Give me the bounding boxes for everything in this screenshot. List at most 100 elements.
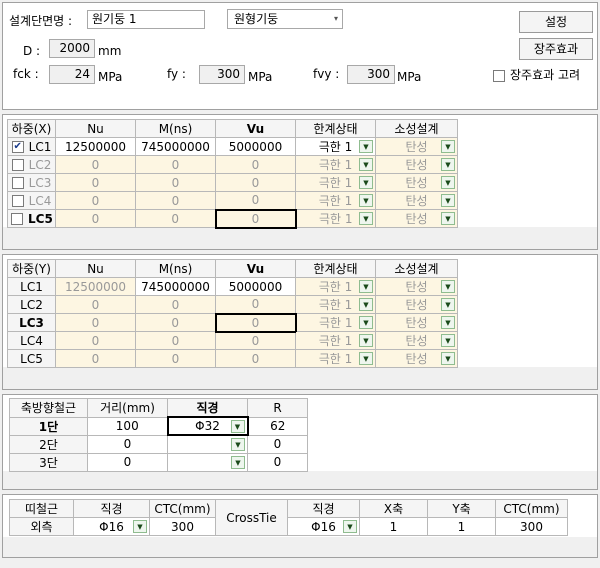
vu-cell[interactable]: 0 [215, 331, 296, 350]
tie-diameter-select[interactable]: Φ16 ▼ [73, 517, 150, 536]
dropdown-icon[interactable]: ▼ [441, 298, 455, 311]
dropdown-icon[interactable]: ▼ [230, 420, 245, 433]
check-icon[interactable] [11, 195, 24, 207]
dropdown-icon[interactable]: ▼ [231, 455, 245, 469]
fvy-input[interactable]: 300 [347, 65, 395, 84]
section-name-input[interactable]: 원기둥 1 [87, 10, 205, 29]
limit-state-select[interactable]: 극한 1 ▼ [295, 295, 376, 314]
nu-cell[interactable]: 0 [55, 191, 136, 210]
vu-cell[interactable]: 0 [215, 295, 296, 314]
plastic-select[interactable]: 탄성 ▼ [375, 349, 458, 368]
dropdown-icon[interactable]: ▼ [359, 194, 373, 207]
limit-state-select[interactable]: 극한 1 ▼ [295, 173, 376, 192]
limit-state-select[interactable]: 극한 1 ▼ [295, 331, 376, 350]
row-label[interactable]: LC1 [7, 277, 56, 296]
dropdown-icon[interactable]: ▼ [359, 140, 373, 153]
plastic-select[interactable]: 탄성 ▼ [375, 277, 458, 296]
nu-cell[interactable]: 0 [55, 313, 136, 332]
dropdown-icon[interactable]: ▼ [359, 280, 373, 293]
plastic-select[interactable]: 탄성 ▼ [375, 331, 458, 350]
limit-state-select[interactable]: 극한 1 ▼ [295, 209, 376, 228]
plastic-select[interactable]: 탄성 ▼ [375, 295, 458, 314]
plastic-select[interactable]: 탄성 ▼ [375, 191, 458, 210]
x-count-cell[interactable]: 1 [359, 517, 428, 536]
dropdown-icon[interactable]: ▼ [441, 140, 455, 153]
vu-cell-focused[interactable]: 0 [214, 312, 297, 333]
vu-cell[interactable]: 0 [215, 191, 296, 210]
limit-state-select[interactable]: 극한 1 ▼ [295, 277, 376, 296]
nu-cell[interactable]: 0 [55, 331, 136, 350]
cross-diameter-select[interactable]: Φ16 ▼ [287, 517, 360, 536]
dropdown-icon[interactable]: ▼ [441, 280, 455, 293]
dropdown-icon[interactable]: ▼ [441, 316, 455, 329]
row-label[interactable]: ✔ LC1 [7, 137, 56, 156]
m-cell[interactable]: 745000000 [135, 277, 216, 296]
long-column-button[interactable]: 장주효과 [519, 38, 593, 60]
row-label[interactable]: LC2 [7, 155, 56, 174]
dropdown-icon[interactable]: ▼ [441, 194, 455, 207]
row-label[interactable]: LC2 [7, 295, 56, 314]
nu-cell[interactable]: 0 [55, 173, 136, 192]
row-label[interactable]: LC5 [7, 349, 56, 368]
vu-cell[interactable]: 5000000 [215, 277, 296, 296]
diameter-select[interactable]: Φ32 ▼ [166, 416, 249, 436]
dropdown-icon[interactable]: ▼ [441, 352, 455, 365]
dropdown-icon[interactable]: ▼ [441, 158, 455, 171]
vu-cell[interactable]: 0 [215, 155, 296, 174]
row-label[interactable]: LC4 [7, 191, 56, 210]
check-icon[interactable] [11, 213, 23, 225]
y-count-cell[interactable]: 1 [427, 517, 496, 536]
dropdown-icon[interactable]: ▼ [231, 438, 245, 451]
vu-cell-focused[interactable]: 0 [214, 208, 297, 229]
fck-input[interactable]: 24 [49, 65, 95, 84]
dropdown-icon[interactable]: ▼ [441, 334, 455, 347]
limit-state-select[interactable]: 극한 1 ▼ [295, 191, 376, 210]
m-cell[interactable]: 0 [135, 331, 216, 350]
dropdown-icon[interactable]: ▼ [133, 520, 147, 533]
dropdown-icon[interactable]: ▼ [359, 158, 373, 171]
distance-cell[interactable]: 0 [87, 434, 168, 454]
plastic-select[interactable]: 탄성 ▼ [375, 173, 458, 192]
diameter-select[interactable]: ▼ [167, 434, 248, 454]
cross-ctc-cell[interactable]: 300 [495, 517, 568, 536]
check-icon[interactable] [11, 159, 24, 171]
diameter-select[interactable]: ▼ [167, 452, 248, 472]
distance-cell[interactable]: 0 [87, 452, 168, 472]
nu-cell[interactable]: 0 [55, 209, 136, 228]
nu-cell[interactable]: 12500000 [55, 277, 136, 296]
m-cell[interactable]: 0 [135, 155, 216, 174]
m-cell[interactable]: 0 [135, 209, 216, 228]
vu-cell[interactable]: 0 [215, 173, 296, 192]
row-label[interactable]: LC4 [7, 331, 56, 350]
setting-button[interactable]: 설정 [519, 11, 593, 33]
shape-select[interactable]: 원형기둥 ▾ [227, 9, 343, 29]
dropdown-icon[interactable]: ▼ [343, 520, 357, 533]
m-cell[interactable]: 0 [135, 349, 216, 368]
nu-cell[interactable]: 12500000 [55, 137, 136, 156]
plastic-select[interactable]: 탄성 ▼ [375, 137, 458, 156]
m-cell[interactable]: 745000000 [135, 137, 216, 156]
m-cell[interactable]: 0 [135, 173, 216, 192]
dropdown-icon[interactable]: ▼ [359, 176, 373, 189]
dropdown-icon[interactable]: ▼ [359, 334, 373, 347]
row-label[interactable]: LC5 [7, 209, 56, 228]
dropdown-icon[interactable]: ▼ [359, 298, 373, 311]
vu-cell[interactable]: 5000000 [215, 137, 296, 156]
nu-cell[interactable]: 0 [55, 155, 136, 174]
fy-input[interactable]: 300 [199, 65, 245, 84]
plastic-select[interactable]: 탄성 ▼ [375, 155, 458, 174]
row-label[interactable]: LC3 [7, 313, 56, 332]
check-icon[interactable] [11, 177, 24, 189]
limit-state-select[interactable]: 극한 1 ▼ [295, 349, 376, 368]
m-cell[interactable]: 0 [135, 295, 216, 314]
dropdown-icon[interactable]: ▼ [359, 316, 373, 329]
limit-state-select[interactable]: 극한 1 ▼ [295, 313, 376, 332]
d-input[interactable]: 2000 [49, 39, 95, 58]
checkbox-icon[interactable] [493, 69, 505, 82]
dropdown-icon[interactable]: ▼ [441, 176, 455, 189]
nu-cell[interactable]: 0 [55, 349, 136, 368]
long-column-checkbox[interactable]: 장주효과 고려 [493, 66, 580, 83]
dropdown-icon[interactable]: ▼ [359, 352, 373, 365]
m-cell[interactable]: 0 [135, 313, 216, 332]
limit-state-select[interactable]: 극한 1 ▼ [295, 137, 376, 156]
